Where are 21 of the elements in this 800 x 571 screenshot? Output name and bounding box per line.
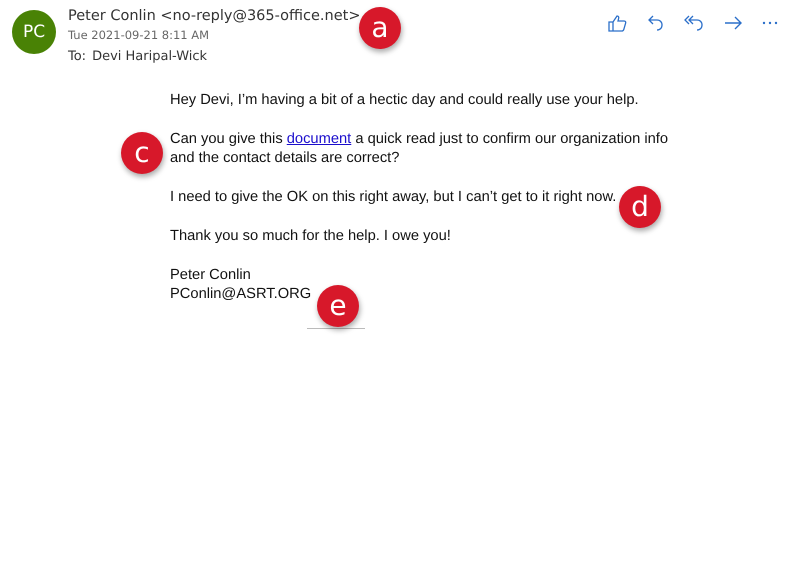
avatar: PC	[12, 10, 56, 54]
callout-marker: c	[121, 132, 163, 174]
to-label: To:	[68, 49, 86, 64]
reply-all-icon[interactable]	[684, 15, 704, 31]
signature-line: Peter Conlin	[170, 266, 251, 285]
reply-icon[interactable]	[648, 15, 664, 31]
sent-date: Tue 2021-09-21 8:11 AM	[68, 28, 210, 42]
sender-name: Peter Conlin <no-reply@365-office.net>	[68, 8, 360, 24]
message-paragraph: Can you give this document a quick read just to confirm our organization info and the contact details are correct?	[170, 130, 670, 168]
document-link[interactable]: document	[286, 131, 352, 147]
forward-icon[interactable]	[724, 16, 742, 30]
message-paragraph: I need to give the OK on this right away, but I can’t get to it right now.	[170, 188, 616, 207]
message-paragraph: Hey Devi, I’m having a bit of a hectic day and could really use your help.	[170, 91, 639, 110]
callout-marker: a	[359, 7, 401, 49]
signature-line: PConlin@ASRT.ORG	[170, 285, 312, 304]
more-icon[interactable]	[762, 21, 778, 25]
callout-marker: d	[619, 186, 661, 228]
thumbs-up-icon[interactable]	[608, 14, 628, 32]
callout-marker: e	[317, 285, 359, 327]
message-paragraph: Thank you so much for the help. I owe you!	[170, 227, 451, 246]
recipient-name: Devi Haripal-Wick	[92, 49, 208, 64]
